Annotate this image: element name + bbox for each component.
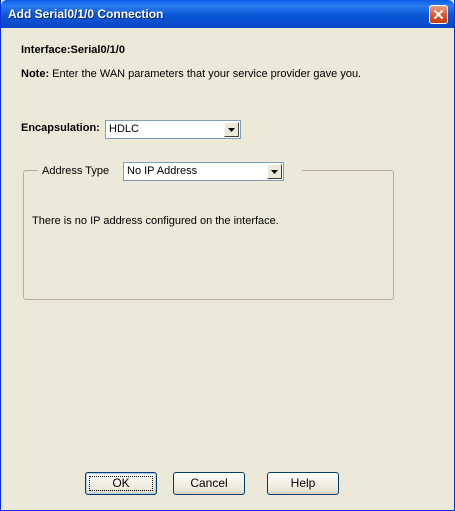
help-label: Help <box>290 476 316 490</box>
address-type-dropdown-button[interactable] <box>267 164 282 179</box>
ok-button[interactable]: OK <box>85 472 157 495</box>
cancel-button[interactable]: Cancel <box>173 472 245 495</box>
note-message: Enter the WAN parameters that your servi… <box>49 68 362 80</box>
note-label: Note: <box>21 68 50 80</box>
chevron-down-icon <box>271 170 278 174</box>
encapsulation-dropdown-button[interactable] <box>224 122 239 137</box>
close-button[interactable] <box>429 5 448 24</box>
address-type-value: No IP Address <box>127 165 198 177</box>
chevron-down-icon <box>228 128 235 132</box>
address-type-label: Address Type <box>42 165 110 177</box>
interface-label: Interface:Serial0/1/0 <box>21 44 125 56</box>
encapsulation-value: HDLC <box>109 123 139 135</box>
focus-rect <box>89 476 153 491</box>
help-button[interactable]: Help <box>267 472 339 495</box>
cancel-label: Cancel <box>190 476 228 490</box>
no-ip-message: There is no IP address configured on the… <box>32 215 279 227</box>
dialog-window: Add Serial0/1/0 Connection Interface:Ser… <box>0 0 455 511</box>
dialog-title: Add Serial0/1/0 Connection <box>8 7 164 21</box>
encapsulation-label: Encapsulation: <box>21 122 100 134</box>
address-type-legend: Address Type No IP Address <box>38 162 302 181</box>
note-text: Note: Enter the WAN parameters that your… <box>21 68 361 80</box>
title-bar[interactable]: Add Serial0/1/0 Connection <box>1 0 454 28</box>
close-icon <box>433 9 444 20</box>
address-type-group: Address Type No IP Address There is no I… <box>23 162 394 300</box>
encapsulation-select[interactable]: HDLC <box>105 120 241 139</box>
address-type-select[interactable]: No IP Address <box>123 162 284 181</box>
dialog-body: Interface:Serial0/1/0 Note: Enter the WA… <box>5 28 450 507</box>
